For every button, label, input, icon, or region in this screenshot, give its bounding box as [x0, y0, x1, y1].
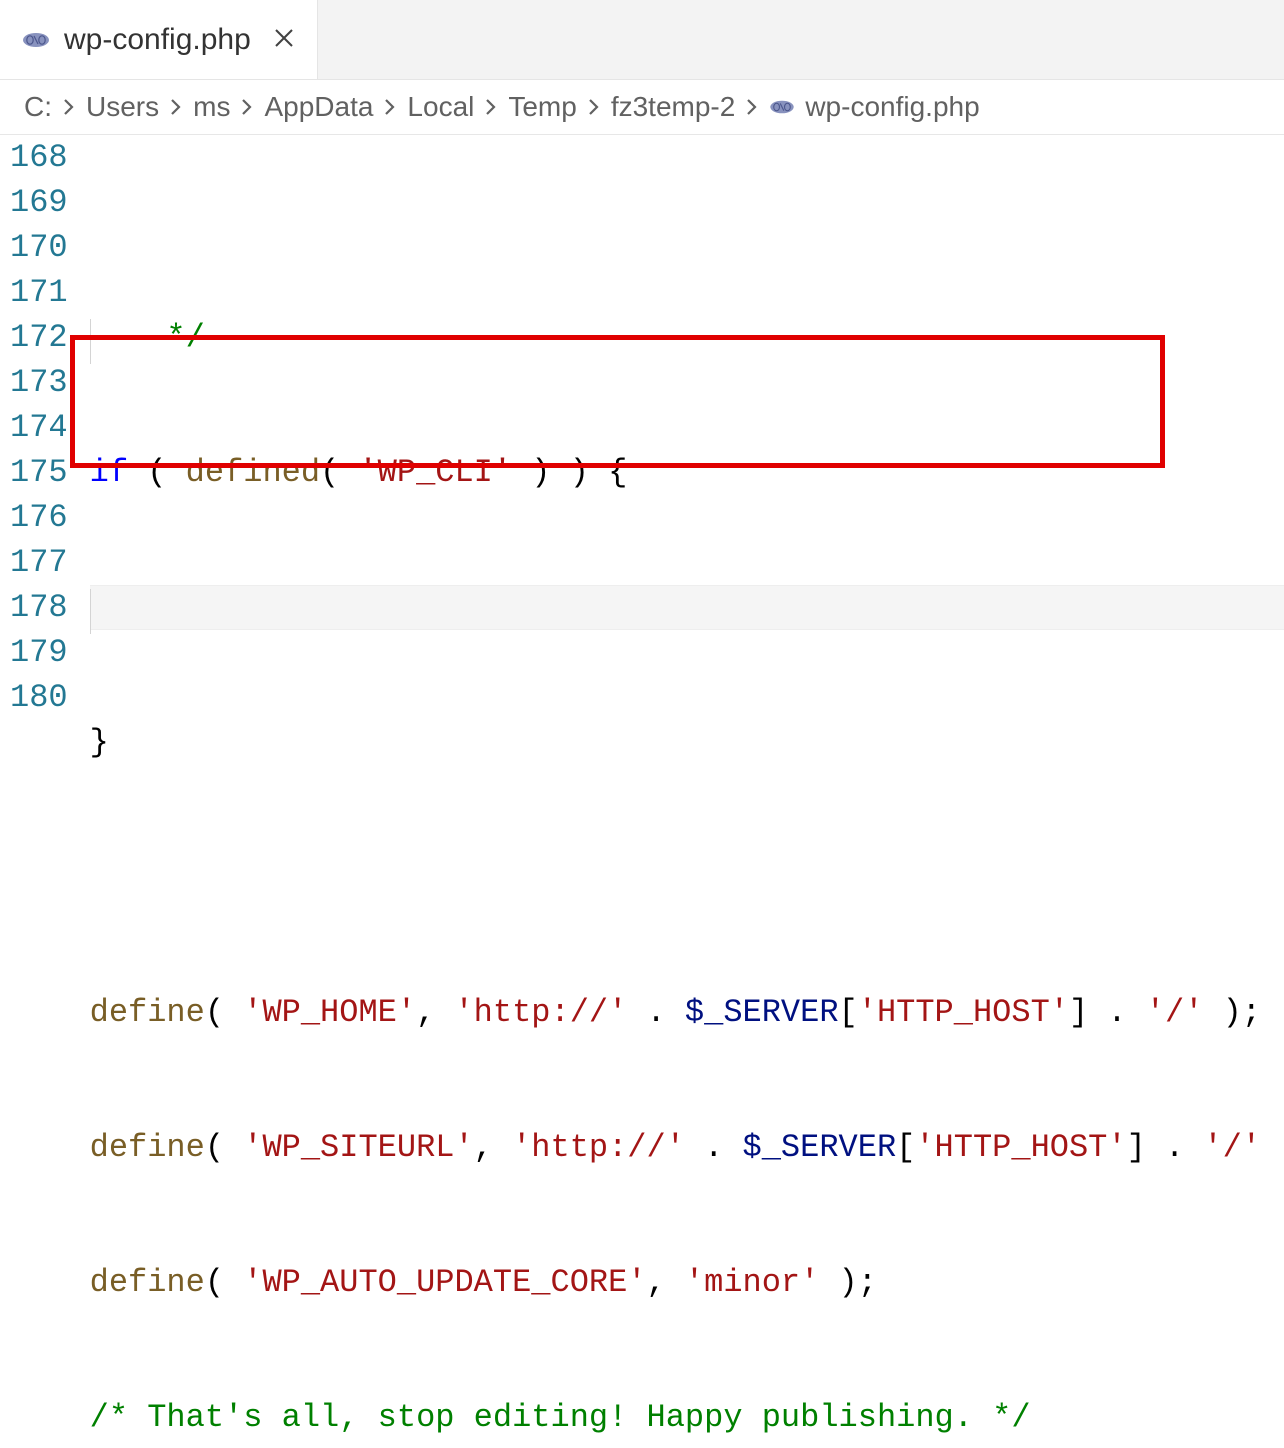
line-number: 170: [10, 225, 68, 270]
code-line[interactable]: define( 'WP_AUTO_UPDATE_CORE', 'minor' )…: [90, 1260, 1284, 1305]
line-number: 180: [10, 675, 68, 720]
breadcrumb-seg[interactable]: Users: [86, 91, 159, 123]
code-line[interactable]: if ( defined( 'WP_CLI' ) ) {: [90, 450, 1284, 495]
chevron-right-icon: [230, 96, 264, 118]
close-icon[interactable]: [271, 24, 297, 56]
code-editor[interactable]: 168169170171172173174175176177178179180 …: [0, 135, 1284, 1448]
line-number: 179: [10, 630, 68, 675]
line-number: 171: [10, 270, 68, 315]
code-area[interactable]: */ if ( defined( 'WP_CLI' ) ) { $_SERVER…: [90, 135, 1284, 1448]
breadcrumb-seg[interactable]: fz3temp-2: [611, 91, 736, 123]
breadcrumb-seg[interactable]: C:: [24, 91, 52, 123]
line-number: 173: [10, 360, 68, 405]
chevron-right-icon: [373, 96, 407, 118]
breadcrumb-seg[interactable]: AppData: [264, 91, 373, 123]
chevron-right-icon: [52, 96, 86, 118]
breadcrumb-seg[interactable]: Local: [407, 91, 474, 123]
php-file-icon: [22, 26, 50, 54]
code-line[interactable]: define( 'WP_SITEURL', 'http://' . $_SERV…: [90, 1125, 1284, 1170]
code-line[interactable]: $_SERVER['HTTP_HOST'] = '127.0.0.1';: [90, 585, 1284, 630]
code-line[interactable]: /* That's all, stop editing! Happy publi…: [90, 1395, 1284, 1440]
line-number: 172: [10, 315, 68, 360]
tab-label: wp-config.php: [64, 23, 251, 57]
chevron-right-icon: [577, 96, 611, 118]
chevron-right-icon: [159, 96, 193, 118]
code-line[interactable]: }: [90, 720, 1284, 765]
line-number: 169: [10, 180, 68, 225]
code-line[interactable]: define( 'WP_HOME', 'http://' . $_SERVER[…: [90, 990, 1284, 1035]
php-file-icon: [769, 98, 795, 116]
line-number-gutter: 168169170171172173174175176177178179180: [0, 135, 90, 1448]
line-number: 176: [10, 495, 68, 540]
tab-bar: wp-config.php: [0, 0, 1284, 80]
tab-wp-config[interactable]: wp-config.php: [0, 0, 318, 79]
line-number: 177: [10, 540, 68, 585]
code-line[interactable]: [90, 855, 1284, 900]
breadcrumb-seg[interactable]: wp-config.php: [805, 91, 979, 123]
breadcrumb-seg[interactable]: ms: [193, 91, 230, 123]
breadcrumb-seg[interactable]: Temp: [508, 91, 576, 123]
chevron-right-icon: [735, 96, 769, 118]
code-line[interactable]: */: [90, 315, 1284, 360]
line-number: 168: [10, 135, 68, 180]
chevron-right-icon: [474, 96, 508, 118]
line-number: 178: [10, 585, 68, 630]
line-number: 175: [10, 450, 68, 495]
breadcrumb: C: Users ms AppData Local Temp fz3temp-2…: [0, 80, 1284, 135]
line-number: 174: [10, 405, 68, 450]
